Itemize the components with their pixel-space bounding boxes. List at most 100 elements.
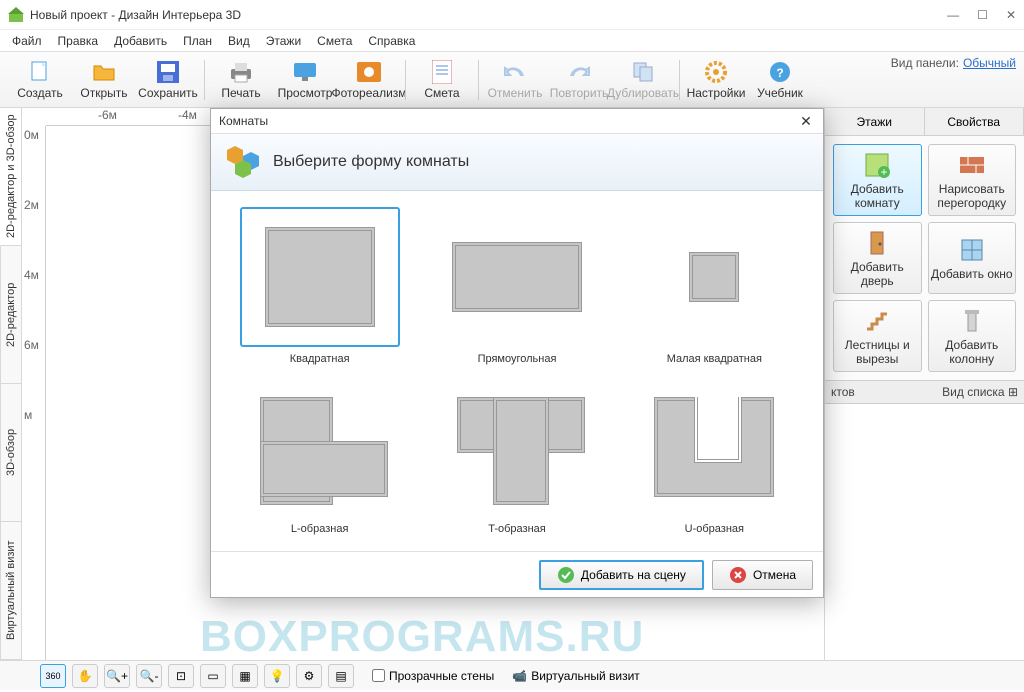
settings-button[interactable]: Настройки [684, 55, 748, 105]
duplicate-icon [632, 61, 654, 83]
minimize-button[interactable]: — [947, 8, 959, 22]
zoom-out-button[interactable]: 🔍- [136, 664, 162, 688]
menubar: Файл Правка Добавить План Вид Этажи Смет… [0, 30, 1024, 52]
tab-2d3d[interactable]: 2D-редактор и 3D-обзор [0, 108, 21, 246]
brick-icon [958, 151, 986, 179]
print-label: Печать [221, 86, 260, 100]
save-button[interactable]: Сохранить [136, 55, 200, 105]
preview-label: Просмотр [278, 86, 333, 100]
tab-floors[interactable]: Этажи [825, 108, 925, 135]
menu-estimate[interactable]: Смета [311, 32, 358, 50]
panel-mode-link[interactable]: Обычный [963, 56, 1016, 70]
cancel-button[interactable]: Отмена [712, 560, 813, 590]
menu-add[interactable]: Добавить [108, 32, 173, 50]
dialog-title: Комнаты [219, 114, 268, 128]
transparent-walls-checkbox[interactable]: Прозрачные стены [372, 669, 494, 683]
bottom-bar: 360 ✋ 🔍+ 🔍- ⊡ ▭ ▦ 💡 ⚙ ▤ Прозрачные стены… [0, 660, 1024, 690]
shape-u[interactable]: U-образная [620, 375, 809, 537]
menu-plan[interactable]: План [177, 32, 218, 50]
create-label: Создать [17, 86, 63, 100]
shape-square[interactable]: Квадратная [225, 205, 414, 367]
tab-3d[interactable]: 3D-обзор [0, 384, 21, 522]
grid-button[interactable]: ▦ [232, 664, 258, 688]
view-list-link[interactable]: Вид списка [942, 385, 1004, 399]
settings-label: Настройки [687, 86, 746, 100]
ruler-vertical: 0м2м4м6мм [22, 126, 46, 660]
shape-rectangle[interactable]: Прямоугольная [422, 205, 611, 367]
tab-properties[interactable]: Свойства [925, 108, 1024, 135]
add-window-button[interactable]: Добавить окно [928, 222, 1017, 294]
redo-button[interactable]: Повторить [547, 55, 611, 105]
shape-t[interactable]: T-образная [422, 375, 611, 537]
draw-wall-button[interactable]: Нарисовать перегородку [928, 144, 1017, 216]
duplicate-label: Дублировать [607, 86, 679, 100]
estimate-label: Смета [424, 86, 459, 100]
catalog-body [825, 404, 1024, 660]
door-icon [863, 229, 891, 257]
view-360-button[interactable]: 360 [40, 664, 66, 688]
menu-edit[interactable]: Правка [52, 32, 105, 50]
cancel-icon [729, 566, 747, 584]
create-button[interactable]: Создать [8, 55, 72, 105]
photo-label: Фотореализм [331, 86, 406, 100]
undo-button[interactable]: Отменить [483, 55, 547, 105]
photo-button[interactable]: Фотореализм [337, 55, 401, 105]
right-panel: Этажи Свойства +Добавить комнату Нарисов… [824, 108, 1024, 660]
add-to-scene-button[interactable]: Добавить на сцену [539, 560, 704, 590]
column-icon [958, 307, 986, 335]
toolbar: Создать Открыть Сохранить Печать Просмот… [0, 52, 1024, 108]
misc2-button[interactable]: ▤ [328, 664, 354, 688]
menu-file[interactable]: Файл [6, 32, 48, 50]
svg-text:+: + [881, 165, 888, 179]
save-icon [157, 61, 179, 83]
tutorial-label: Учебник [757, 86, 803, 100]
maximize-button[interactable]: ☐ [977, 8, 988, 22]
cubes-icon [225, 144, 261, 180]
shape-small-square[interactable]: Малая квадратная [620, 205, 809, 367]
redo-label: Повторить [550, 86, 609, 100]
help-icon: ? [768, 60, 792, 84]
print-button[interactable]: Печать [209, 55, 273, 105]
menu-help[interactable]: Справка [362, 32, 421, 50]
printer-icon [229, 61, 253, 83]
new-file-icon [28, 60, 52, 84]
list-icon: ⊞ [1008, 385, 1018, 399]
light-button[interactable]: 💡 [264, 664, 290, 688]
fit-button[interactable]: ⊡ [168, 664, 194, 688]
select-button[interactable]: ▭ [200, 664, 226, 688]
check-icon [557, 566, 575, 584]
close-button[interactable]: ✕ [1006, 8, 1016, 22]
virtual-visit-button[interactable]: 📹Виртуальный визит [512, 669, 640, 683]
tab-2d[interactable]: 2D-редактор [0, 246, 21, 384]
tab-virtual[interactable]: Виртуальный визит [0, 522, 21, 660]
tutorial-button[interactable]: ? Учебник [748, 55, 812, 105]
add-door-button[interactable]: Добавить дверь [833, 222, 922, 294]
photo-icon [357, 62, 381, 82]
preview-button[interactable]: Просмотр [273, 55, 337, 105]
stairs-button[interactable]: Лестницы и вырезы [833, 300, 922, 372]
open-label: Открыть [80, 86, 127, 100]
folder-icon [92, 62, 116, 82]
dialog-close-button[interactable]: ✕ [797, 113, 815, 130]
zoom-in-button[interactable]: 🔍+ [104, 664, 130, 688]
duplicate-button[interactable]: Дублировать [611, 55, 675, 105]
add-column-button[interactable]: Добавить колонну [928, 300, 1017, 372]
estimate-button[interactable]: Смета [410, 55, 474, 105]
pan-button[interactable]: ✋ [72, 664, 98, 688]
shape-l[interactable]: L-образная [225, 375, 414, 537]
misc1-button[interactable]: ⚙ [296, 664, 322, 688]
undo-label: Отменить [488, 86, 543, 100]
menu-view[interactable]: Вид [222, 32, 256, 50]
menu-floors[interactable]: Этажи [260, 32, 307, 50]
catalog-bar: ктов Вид списка ⊞ [825, 380, 1024, 404]
app-icon [8, 7, 24, 23]
list-icon [432, 60, 452, 84]
titlebar: Новый проект - Дизайн Интерьера 3D — ☐ ✕ [0, 0, 1024, 30]
stairs-icon [863, 307, 891, 335]
save-label: Сохранить [138, 86, 198, 100]
open-button[interactable]: Открыть [72, 55, 136, 105]
add-room-button[interactable]: +Добавить комнату [833, 144, 922, 216]
left-tabs: 2D-редактор и 3D-обзор 2D-редактор 3D-об… [0, 108, 22, 660]
room-icon: + [863, 151, 891, 179]
camera-icon: 📹 [512, 669, 527, 683]
